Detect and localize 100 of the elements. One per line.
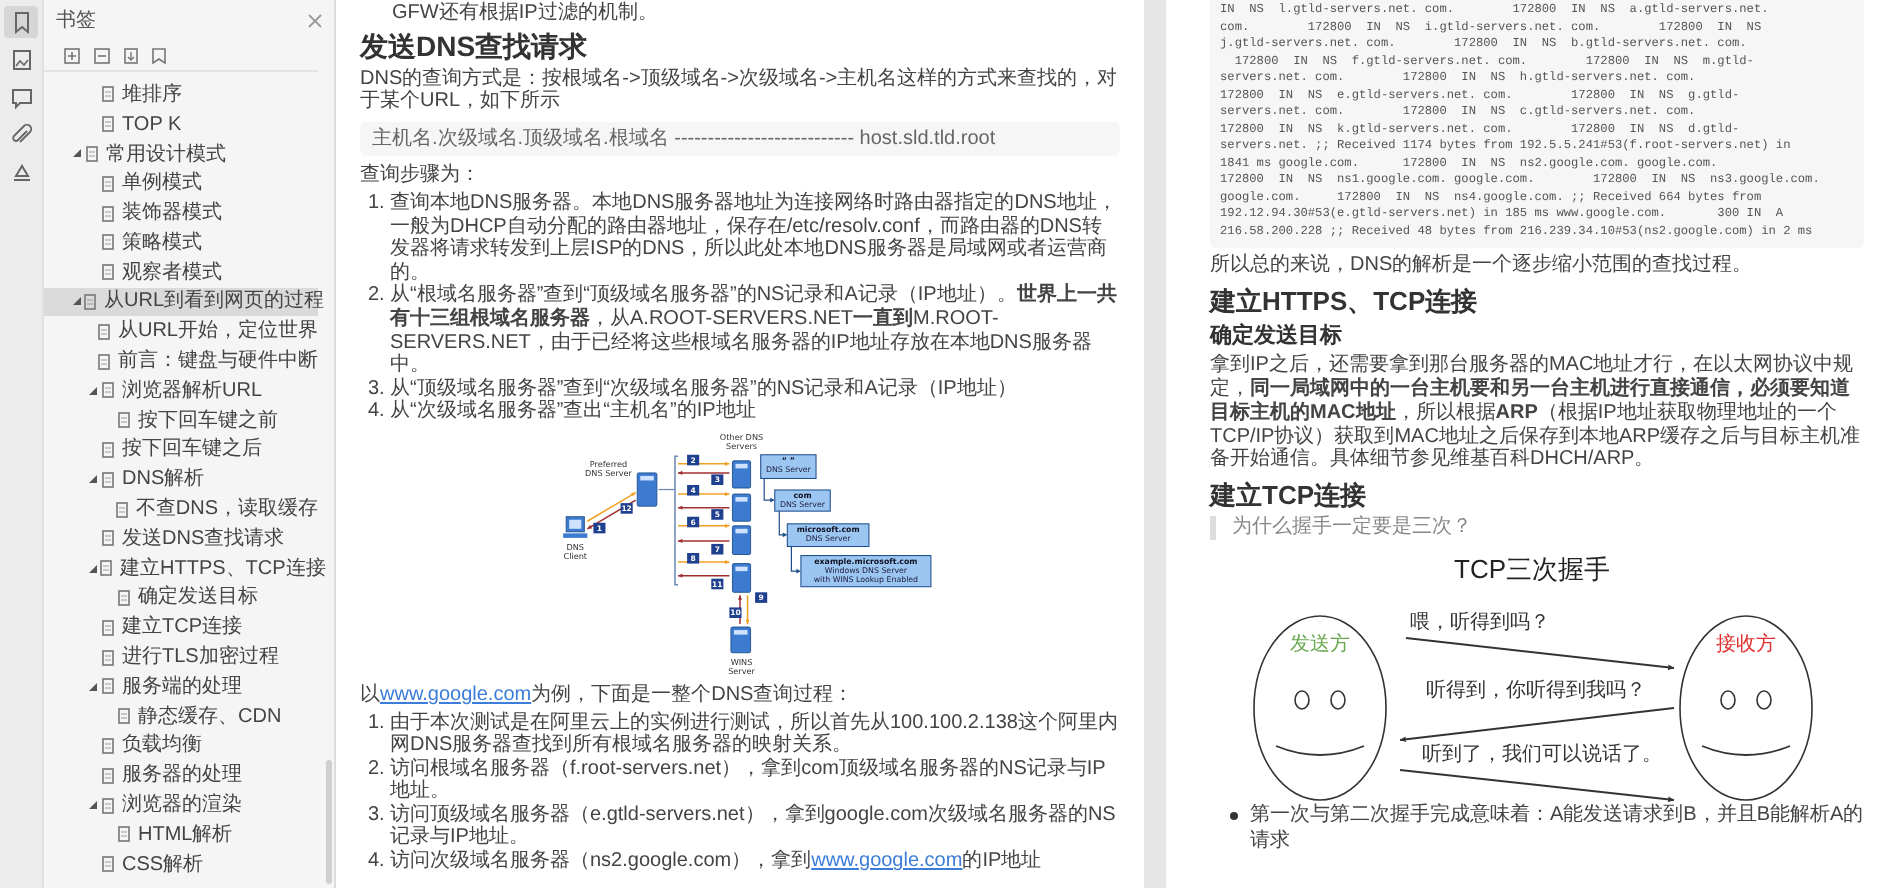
message-label: 喂，听得到吗？: [1410, 612, 1550, 635]
bookmark-item[interactable]: 前言：键盘与硬件中断: [44, 346, 318, 376]
bookmark-item[interactable]: 策略模式: [44, 227, 318, 258]
bookmark-item[interactable]: 进行TLS加密过程: [44, 642, 318, 672]
bookmark-item[interactable]: 服务器的处理: [44, 760, 318, 791]
bookmark-page-icon: [118, 589, 130, 606]
subsection-heading: 确定发送目标: [1210, 322, 1344, 351]
section-heading: 建立HTTPS、TCP连接: [1210, 284, 1480, 319]
bookmark-item[interactable]: 不查DNS，读取缓存: [44, 494, 318, 524]
link[interactable]: www.google.com: [380, 683, 532, 706]
arrow: [677, 461, 731, 466]
sidebar-tab[interactable]: [4, 6, 38, 38]
paragraph: 所以总的来说，DNS的解析是一个逐步缩小范围的查找过程。: [1210, 254, 1755, 279]
bookmark-page-icon: [102, 649, 114, 666]
bookmark-page-icon: [102, 530, 114, 547]
minus-square-icon[interactable]: [94, 48, 110, 64]
bookmark-page-icon: [102, 441, 114, 458]
bookmark-item[interactable]: 单例模式: [44, 168, 318, 199]
collapse-triangle-icon[interactable]: [88, 681, 98, 692]
bookmark-item[interactable]: TOP K: [44, 109, 318, 140]
image-frame-icon: [9, 48, 33, 72]
arrow: [677, 573, 731, 578]
bookmark-item[interactable]: 静态缓存、CDN: [44, 701, 318, 732]
bookmark-page-icon: [102, 797, 114, 814]
collapse-triangle-icon[interactable]: [88, 474, 98, 485]
arrow: [677, 491, 731, 496]
arrow: [790, 545, 801, 574]
page-arrow-icon[interactable]: [124, 48, 138, 64]
bookmark-page-icon: [118, 708, 130, 725]
bookmark-item[interactable]: 负载均衡: [44, 731, 318, 761]
comment-icon: [9, 86, 33, 110]
list-number: 3.: [368, 377, 387, 401]
bookmark-icon[interactable]: [152, 48, 166, 64]
list-item-text: 从“顶级域名服务器”查到“次级域名服务器”的NS记录和A记录（IP地址）: [390, 377, 1017, 400]
paragraph: 以www.google.com为例，下面是一整个DNS查询过程：: [360, 683, 856, 707]
plus-square-icon[interactable]: [64, 48, 80, 64]
bookmark-item[interactable]: 装饰器模式: [44, 198, 318, 228]
collapse-triangle-icon[interactable]: [72, 296, 82, 307]
arrow: [763, 477, 775, 503]
server-icon: [732, 460, 752, 489]
arrow: [677, 470, 731, 475]
blockquote: 为什么握手一定要是三次？: [1210, 516, 1864, 541]
bookmark-item[interactable]: 浏览器的渲染: [44, 790, 318, 820]
text-line: 查询步骤为：: [360, 164, 482, 188]
arrow: [677, 559, 731, 564]
stamp-icon: [9, 162, 33, 186]
bookmark-page-icon: [102, 619, 114, 636]
bookmark-item[interactable]: 建立TCP连接: [44, 612, 318, 643]
bookmark-item[interactable]: 观察者模式: [44, 257, 318, 288]
bullet-icon: [1230, 812, 1238, 821]
bookmark-item[interactable]: 堆排序: [44, 80, 318, 110]
collapse-triangle-icon[interactable]: [88, 800, 98, 811]
bookmark-item[interactable]: 发送DNS查找请求: [44, 523, 318, 554]
bookmark-item[interactable]: HTML解析: [44, 819, 318, 850]
bookmark-page-icon: [118, 412, 130, 429]
arrow: [677, 523, 731, 528]
collapse-triangle-icon[interactable]: [72, 148, 82, 159]
bookmark-page-icon: [102, 234, 114, 251]
message-label: 听得到，你听得到我吗？: [1426, 680, 1646, 703]
list-item-text: 访问顶级域名服务器（e.gtld-servers.net），拿到google.com次级域名服务器的NS记录与IP地址。: [390, 803, 1118, 849]
panel-title: 书签: [56, 7, 96, 36]
bookmark-page-icon: [97, 323, 110, 340]
bookmark-item[interactable]: 从URL开始，定位世界: [44, 316, 318, 347]
bookmark-item[interactable]: CSS解析: [44, 849, 318, 880]
bookmark-page-icon: [102, 382, 114, 399]
bookmark-page-icon: [98, 353, 110, 370]
bookmark-item[interactable]: 服务端的处理: [44, 671, 318, 702]
party-label: 接收方: [1716, 634, 1776, 657]
bookmark-page-icon: [102, 737, 114, 754]
bookmark-item[interactable]: DNS解析: [44, 464, 318, 495]
link[interactable]: www.google.com: [811, 850, 963, 873]
close-icon[interactable]: [308, 14, 322, 28]
arrow: [677, 505, 731, 510]
section-heading: 发送DNS查找请求: [360, 29, 590, 62]
list-item-text: 从“次级域名服务器”查出“主机名”的IP地址: [390, 400, 756, 424]
collapse-triangle-icon[interactable]: [88, 385, 98, 396]
bookmark-item[interactable]: 按下回车键之前: [44, 405, 318, 436]
bookmark-item[interactable]: 浏览器解析URL: [44, 375, 318, 406]
paragraph: DNS的查询方式是：按根域名->顶级域名->次级域名->主机名这样的方式来查找的，对于某个URL，如下所示: [360, 67, 1120, 114]
bookmark-page-icon: [102, 678, 114, 695]
list-item-text: 查询本地DNS服务器。本地DNS服务器地址为连接网络时路由器指定的DNS地址，一般为DHCP自动分配的路由器地址，保存在/etc/resolv.conf，而路由器的DNS转发器将请求转发到上层ISP的DNS，所以此处本地DNS服务器是局域网或者运营商的。: [390, 191, 1119, 284]
arrow: [586, 499, 637, 530]
server-icon: [636, 472, 658, 507]
message-label: 听到了，我们可以说话了。: [1422, 744, 1662, 767]
list-item-text: 访问根域名服务器（f.root-servers.net），拿到com顶级域名服务器的NS记录与IP地址。: [390, 757, 1108, 803]
server-icon: [732, 562, 752, 593]
bookmark-page-icon: [115, 501, 128, 518]
bookmark-item[interactable]: 按下回车键之后: [44, 435, 318, 465]
bookmark-page-icon: [102, 767, 114, 784]
bookmark-icon: [9, 10, 33, 34]
text-line: GFW还有根据IP过滤的机制。: [390, 0, 660, 26]
bookmark-page-icon: [102, 116, 114, 133]
party-label: 发送方: [1290, 634, 1350, 657]
arrow: [586, 491, 637, 522]
bookmark-item[interactable]: 常用设计模式: [44, 139, 318, 169]
list-number: 2.: [368, 757, 387, 784]
bookmark-page-icon: [102, 205, 114, 222]
bookmark-item[interactable]: 确定发送目标: [44, 583, 318, 613]
list-number: 1.: [368, 191, 387, 218]
collapse-triangle-icon[interactable]: [88, 563, 98, 574]
